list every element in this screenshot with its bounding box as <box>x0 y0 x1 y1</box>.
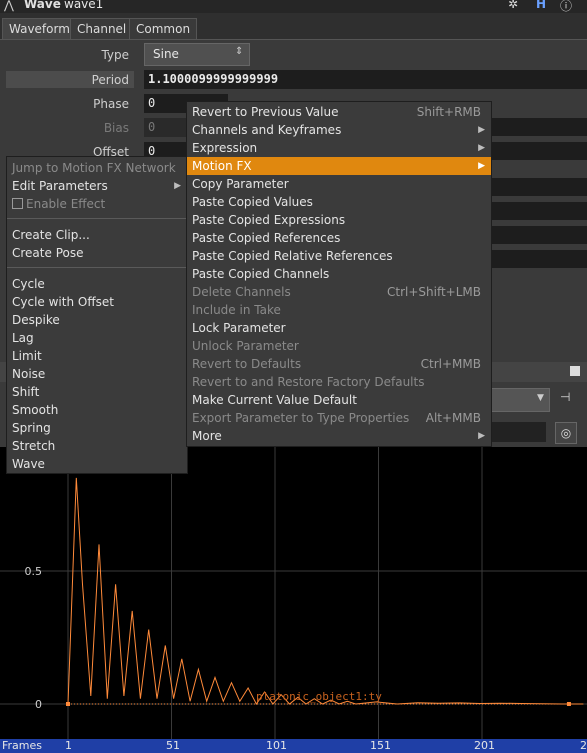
graph-area[interactable]: 0 0.5 platonic_object1:ty <box>0 447 587 739</box>
bias-field[interactable]: 0 <box>144 118 188 137</box>
bias-label: Bias <box>103 121 129 135</box>
param-field-strip <box>490 226 587 244</box>
wave-chart: 0 0.5 platonic_object1:ty <box>0 447 587 739</box>
menu-item-noise[interactable]: Noise <box>7 365 187 383</box>
menu-item-expression[interactable]: Expression ▶ <box>187 139 491 157</box>
wave-curve <box>67 477 584 705</box>
submenu-arrow-icon: ▶ <box>478 431 485 441</box>
param-field-strip <box>490 178 587 196</box>
series-label: platonic_object1:ty <box>256 690 382 703</box>
checkbox-icon[interactable] <box>12 198 23 209</box>
gear-icon[interactable]: ✲ <box>508 0 518 11</box>
submenu-arrow-icon: ▶ <box>478 125 485 135</box>
menu-item-paste-references[interactable]: Paste Copied References <box>187 229 491 247</box>
menu-item-paste-values[interactable]: Paste Copied Values <box>187 193 491 211</box>
menu-item-revert-previous[interactable]: Revert to Previous Value Shift+RMB <box>187 103 491 121</box>
param-field-strip <box>490 250 587 268</box>
submenu-arrow-icon: ▶ <box>478 143 485 153</box>
node-icon: ⋀ <box>4 0 14 12</box>
menu-item-paste-channels[interactable]: Paste Copied Channels <box>187 265 491 283</box>
menu-item-wave[interactable]: Wave <box>7 455 187 473</box>
title-bar: ⋀ Wave wave1 ✲ H ⓘ <box>0 0 587 13</box>
menu-item-delete-channels[interactable]: Delete Channels Ctrl+Shift+LMB <box>187 283 491 301</box>
menu-item-restore-factory-defaults[interactable]: Revert to and Restore Factory Defaults <box>187 373 491 391</box>
menu-item-spring[interactable]: Spring <box>7 419 187 437</box>
menu-item-enable-effect[interactable]: Enable Effect <box>7 195 187 213</box>
y-tick-label: 0.5 <box>25 565 43 578</box>
menu-item-export-to-type-properties[interactable]: Export Parameter to Type Properties Alt+M… <box>187 409 491 427</box>
frame-tick-label: 201 <box>474 739 495 752</box>
period-field[interactable]: 1.1000099999999999 <box>144 70 587 89</box>
dropdown-arrow-icon: ▼ <box>537 393 544 403</box>
menu-separator <box>7 267 187 268</box>
tab-common[interactable]: Common <box>129 18 198 39</box>
menu-item-cycle-with-offset[interactable]: Cycle with Offset <box>7 293 187 311</box>
menu-item-smooth[interactable]: Smooth <box>7 401 187 419</box>
menu-item-jump-to-motion-fx[interactable]: Jump to Motion FX Network <box>7 159 187 177</box>
menu-item-despike[interactable]: Despike <box>7 311 187 329</box>
menu-item-shift[interactable]: Shift <box>7 383 187 401</box>
parameter-context-menu: Revert to Previous Value Shift+RMB Channe… <box>186 101 492 447</box>
menu-item-unlock-parameter[interactable]: Unlock Parameter <box>187 337 491 355</box>
submenu-arrow-icon: ▶ <box>174 181 181 191</box>
menu-separator <box>7 218 187 219</box>
menu-item-limit[interactable]: Limit <box>7 347 187 365</box>
menu-item-lag[interactable]: Lag <box>7 329 187 347</box>
frames-label: Frames <box>2 739 43 752</box>
menu-item-create-pose[interactable]: Create Pose <box>7 244 187 262</box>
toolbar-dropdown[interactable]: ▼ <box>490 388 550 412</box>
parameter-tab-bar: Waveform Channel Common <box>0 13 587 40</box>
menu-item-make-default[interactable]: Make Current Value Default <box>187 391 491 409</box>
frame-tick-label: 1 <box>65 739 72 752</box>
menu-item-revert-defaults[interactable]: Revert to Defaults Ctrl+MMB <box>187 355 491 373</box>
keyframe-marker <box>566 702 571 706</box>
menu-item-paste-expressions[interactable]: Paste Copied Expressions <box>187 211 491 229</box>
menu-item-lock-parameter[interactable]: Lock Parameter <box>187 319 491 337</box>
phase-label: Phase <box>93 97 129 111</box>
node-type: Wave <box>24 0 61 11</box>
menu-item-stretch[interactable]: Stretch <box>7 437 187 455</box>
frame-tick-label: 2 <box>580 739 587 752</box>
motion-fx-submenu: Jump to Motion FX Network Edit Parameter… <box>6 156 188 474</box>
param-field-strip <box>490 118 587 136</box>
keyframe-marker <box>66 702 70 706</box>
menu-item-cycle[interactable]: Cycle <box>7 275 187 293</box>
submenu-arrow-icon: ▶ <box>478 161 485 171</box>
menu-item-copy-parameter[interactable]: Copy Parameter <box>187 175 491 193</box>
help-h-icon[interactable]: H <box>536 0 546 11</box>
frame-ruler[interactable]: Frames 1 51 101 151 201 2 <box>0 739 587 753</box>
tab-channel[interactable]: Channel <box>70 18 134 39</box>
type-label: Type <box>101 48 129 62</box>
menu-item-paste-relative-references[interactable]: Paste Copied Relative References <box>187 247 491 265</box>
pin-icon[interactable]: ⊣ <box>560 390 570 404</box>
tab-waveform[interactable]: Waveform <box>2 18 77 39</box>
y-tick-label: 0 <box>35 698 42 711</box>
menu-item-motion-fx[interactable]: Motion FX ▶ <box>187 157 491 175</box>
target-icon[interactable]: ◎ <box>555 422 577 444</box>
menu-item-include-in-take[interactable]: Include in Take <box>187 301 491 319</box>
param-field-strip <box>490 202 587 220</box>
frame-tick-label: 51 <box>166 739 180 752</box>
frame-tick-label: 151 <box>370 739 391 752</box>
maximize-icon[interactable] <box>570 366 580 376</box>
param-field-strip <box>490 142 587 160</box>
menu-item-more[interactable]: More ▶ <box>187 427 491 445</box>
menu-item-create-clip[interactable]: Create Clip... <box>7 226 187 244</box>
frame-tick-label: 101 <box>266 739 287 752</box>
type-value: Sine <box>153 47 179 61</box>
dropdown-arrow-icon: ⇕ <box>235 46 244 57</box>
menu-item-channels-keyframes[interactable]: Channels and Keyframes ▶ <box>187 121 491 139</box>
menu-item-edit-parameters[interactable]: Edit Parameters ▶ <box>7 177 187 195</box>
info-icon[interactable]: ⓘ <box>560 0 572 14</box>
node-name-field[interactable]: wave1 <box>64 0 103 11</box>
type-dropdown[interactable]: Sine ⇕ <box>144 43 250 66</box>
toolbar-field[interactable] <box>490 422 546 442</box>
period-label: Period <box>91 73 129 87</box>
